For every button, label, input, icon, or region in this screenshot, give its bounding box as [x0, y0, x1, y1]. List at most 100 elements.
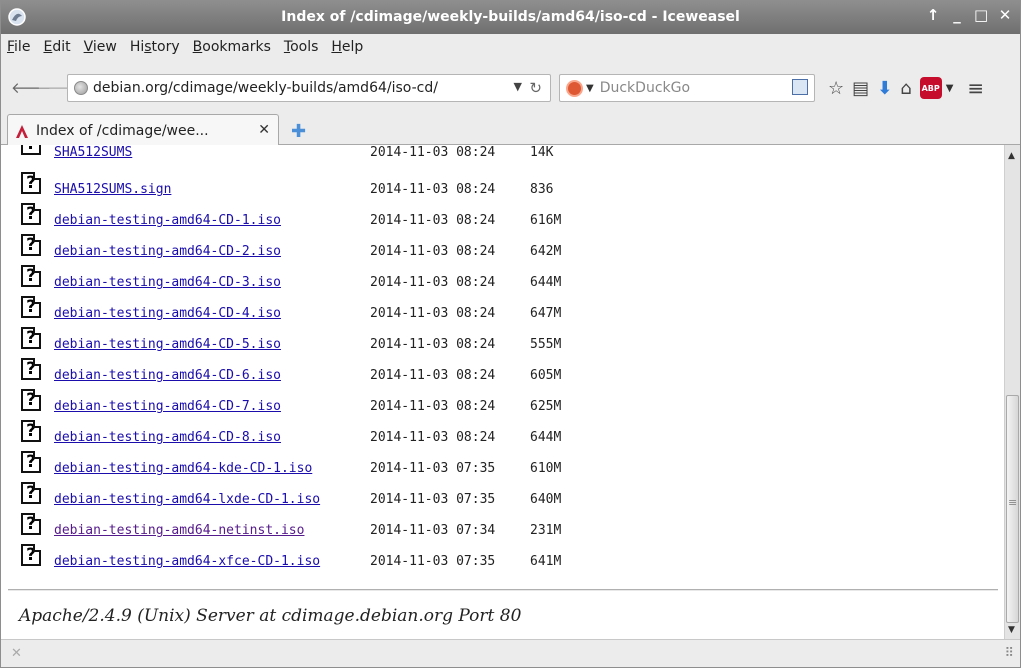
debian-favicon-icon [16, 124, 28, 138]
file-date: 2014-11-03 07:34 [370, 523, 496, 538]
menu-item-tools[interactable]: Tools [284, 39, 319, 55]
unknown-file-icon: ? [21, 145, 41, 155]
file-date: 2014-11-03 08:24 [370, 244, 496, 259]
file-date: 2014-11-03 08:24 [370, 182, 496, 197]
scroll-down-arrow-icon[interactable]: ▼ [1008, 625, 1015, 635]
menu-label-post: ookmarks [202, 39, 271, 55]
maximize-button[interactable]: □ [974, 6, 988, 24]
file-link[interactable]: debian-testing-amd64-CD-5.iso [54, 337, 281, 352]
bookmarks-list-icon[interactable]: ▤ [852, 78, 869, 99]
unknown-file-icon: ? [21, 234, 41, 256]
minimize-button[interactable]: _ [950, 6, 964, 24]
file-date: 2014-11-03 07:35 [370, 492, 496, 507]
listing-row: ? debian-testing-amd64-CD-5.iso 2014-11-03… [21, 325, 1001, 356]
menu-bar: File Edit View History Bookmarks Tools Help [1, 34, 1020, 60]
file-link[interactable]: debian-testing-amd64-xfce-CD-1.iso [54, 554, 320, 569]
file-date: 2014-11-03 08:24 [370, 430, 496, 445]
menu-item-view[interactable]: View [84, 39, 117, 55]
unknown-file-icon: ? [21, 203, 41, 225]
reader-view-icon[interactable] [792, 79, 808, 95]
menu-label-post: ools [290, 39, 319, 55]
file-date: 2014-11-03 08:24 [370, 145, 496, 160]
unknown-file-icon: ? [21, 544, 41, 566]
menu-label-pre: Hi [129, 39, 145, 55]
file-date: 2014-11-03 08:24 [370, 306, 496, 321]
tab-index-of-cdimage[interactable]: Index of /cdimage/wee... ✕ [7, 114, 279, 146]
title-bar[interactable]: Index of /cdimage/weekly-builds/amd64/is… [1, 1, 1020, 34]
keep-above-button[interactable]: ↑ [926, 6, 940, 24]
search-placeholder: DuckDuckGo [599, 80, 691, 96]
menu-item-bookmarks[interactable]: Bookmarks [193, 39, 271, 55]
file-date: 2014-11-03 08:24 [370, 275, 496, 290]
listing-row: ? debian-testing-amd64-CD-2.iso 2014-11-03… [21, 232, 1001, 263]
window-title: Index of /cdimage/weekly-builds/amd64/is… [281, 9, 740, 25]
file-size: 605M [530, 368, 562, 383]
adblock-dropdown-icon[interactable]: ▼ [946, 83, 954, 94]
browser-window: Index of /cdimage/weekly-builds/amd64/is… [0, 0, 1021, 668]
menu-item-edit[interactable]: Edit [43, 39, 70, 55]
file-size: 641M [530, 554, 562, 569]
scroll-up-arrow-icon[interactable]: ▲ [1008, 151, 1015, 161]
file-link[interactable]: debian-testing-amd64-CD-6.iso [54, 368, 281, 383]
file-size: 644M [530, 430, 562, 445]
file-size: 625M [530, 399, 562, 414]
site-identity-icon[interactable] [74, 81, 88, 95]
close-window-button[interactable]: ✕ [998, 6, 1012, 24]
file-size: 14K [530, 145, 554, 160]
new-tab-plus-icon[interactable]: ✚ [291, 121, 306, 142]
search-bar[interactable]: ▼ DuckDuckGo [559, 74, 815, 102]
listing-row: ? debian-testing-amd64-lxde-CD-1.iso 2014-… [21, 480, 1001, 511]
listing-row: ? debian-testing-amd64-CD-6.iso 2014-11-03… [21, 356, 1001, 387]
listing-row: ? debian-testing-amd64-CD-4.iso 2014-11-03… [21, 294, 1001, 325]
addon-bar-close-icon[interactable]: ✕ [11, 646, 22, 661]
menu-label-post: ile [14, 39, 31, 55]
unknown-file-icon: ? [21, 358, 41, 380]
url-history-dropdown-icon[interactable]: ▼ [514, 80, 522, 93]
listing-row: ? SHA512SUMS.sign 2014-11-03 08:24 836 [21, 170, 1001, 201]
listing-row: ? debian-testing-amd64-kde-CD-1.iso 2014-1… [21, 449, 1001, 480]
close-tab-icon[interactable]: ✕ [258, 122, 270, 138]
file-link[interactable]: debian-testing-amd64-CD-4.iso [54, 306, 281, 321]
unknown-file-icon: ? [21, 265, 41, 287]
file-date: 2014-11-03 08:24 [370, 368, 496, 383]
listing-row: ? debian-testing-amd64-netinst.iso 2014-11… [21, 511, 1001, 542]
unknown-file-icon: ? [21, 420, 41, 442]
file-size: 610M [530, 461, 562, 476]
resize-grip-icon[interactable]: ⠿ [1004, 646, 1014, 661]
listing-row: ? debian-testing-amd64-xfce-CD-1.iso 2014-… [21, 542, 1001, 573]
menu-item-file[interactable]: File [7, 39, 30, 55]
file-date: 2014-11-03 07:35 [370, 554, 496, 569]
window-controls: ↑ _ □ ✕ [926, 6, 1012, 24]
menu-accesskey: E [43, 39, 53, 55]
file-link[interactable]: debian-testing-amd64-CD-2.iso [54, 244, 281, 259]
duckduckgo-engine-icon[interactable] [566, 79, 583, 97]
horizontal-rule [8, 589, 998, 591]
hamburger-menu-icon[interactable]: ≡ [967, 76, 984, 100]
file-link[interactable]: debian-testing-amd64-CD-3.iso [54, 275, 281, 290]
menu-item-history[interactable]: History [130, 39, 180, 55]
listing-row: ? debian-testing-amd64-CD-7.iso 2014-11-03… [21, 387, 1001, 418]
url-bar[interactable]: debian.org/cdimage/weekly-builds/amd64/i… [67, 74, 551, 102]
bookmark-star-icon[interactable]: ☆ [828, 78, 844, 99]
adblock-plus-icon[interactable]: ABP [919, 77, 942, 99]
file-link[interactable]: debian-testing-amd64-CD-1.iso [54, 213, 281, 228]
listing-row: ? debian-testing-amd64-CD-1.iso 2014-11-03… [21, 201, 1001, 232]
reload-icon[interactable]: ↻ [529, 79, 542, 97]
search-engine-dropdown-icon[interactable]: ▼ [586, 83, 594, 94]
vertical-scrollbar[interactable]: ▲ ▼ [1004, 145, 1020, 639]
file-link[interactable]: SHA512SUMS [54, 145, 132, 160]
home-icon[interactable]: ⌂ [900, 78, 911, 99]
download-arrow-icon[interactable]: ⬇ [877, 78, 892, 99]
menu-accesskey: V [83, 39, 93, 55]
scrollbar-thumb[interactable] [1006, 395, 1019, 623]
unknown-file-icon: ? [21, 482, 41, 504]
file-link[interactable]: debian-testing-amd64-CD-8.iso [54, 430, 281, 445]
unknown-file-icon: ? [21, 172, 41, 194]
menu-item-help[interactable]: Help [331, 39, 363, 55]
file-link[interactable]: debian-testing-amd64-netinst.iso [54, 523, 304, 538]
file-link[interactable]: SHA512SUMS.sign [54, 182, 171, 197]
file-link[interactable]: debian-testing-amd64-lxde-CD-1.iso [54, 492, 320, 507]
file-link[interactable]: debian-testing-amd64-kde-CD-1.iso [54, 461, 312, 476]
file-size: 642M [530, 244, 562, 259]
file-link[interactable]: debian-testing-amd64-CD-7.iso [54, 399, 281, 414]
